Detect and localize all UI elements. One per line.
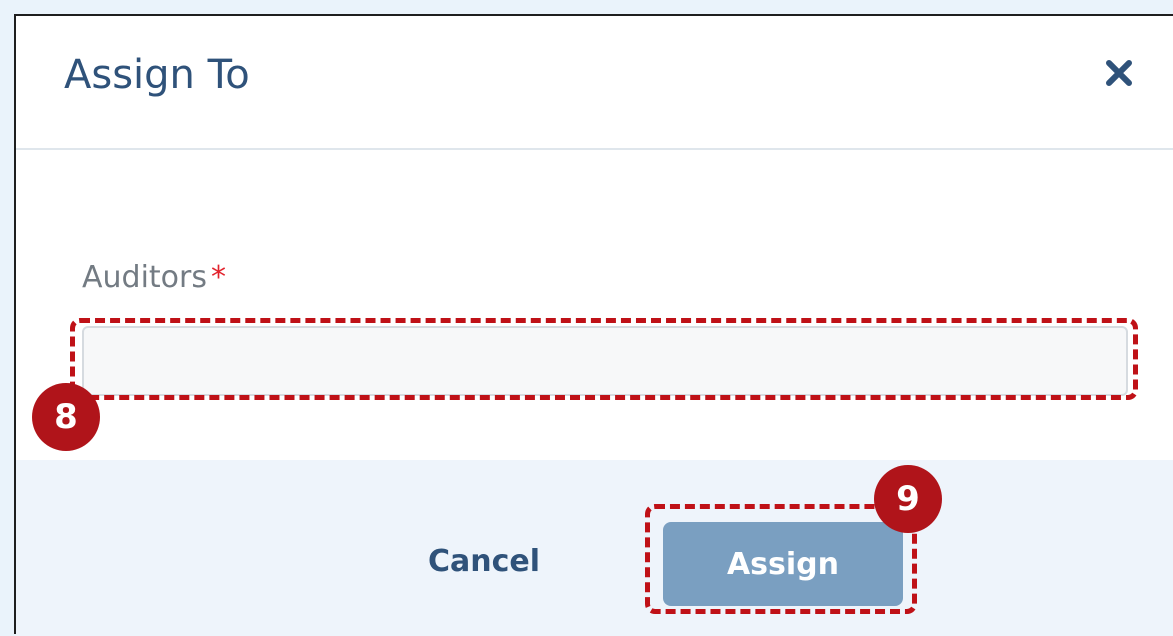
step-8-badge: 8 (32, 383, 100, 451)
auditors-label: Auditors * (82, 260, 226, 295)
auditors-label-text: Auditors (82, 260, 207, 295)
dialog-title: Assign To (64, 52, 250, 98)
auditors-input[interactable] (82, 326, 1128, 396)
dialog-footer: Cancel Assign (16, 460, 1173, 636)
cancel-button[interactable]: Cancel (428, 544, 540, 579)
close-button[interactable] (1102, 56, 1136, 90)
required-marker: * (211, 260, 226, 295)
assign-button[interactable]: Assign (663, 522, 903, 606)
assign-to-dialog: Assign To Auditors * Cancel Assign (14, 14, 1173, 636)
step-9-badge: 9 (874, 465, 942, 533)
dialog-body: Auditors * (16, 150, 1173, 460)
dialog-header: Assign To (16, 16, 1173, 150)
close-icon (1106, 60, 1132, 86)
